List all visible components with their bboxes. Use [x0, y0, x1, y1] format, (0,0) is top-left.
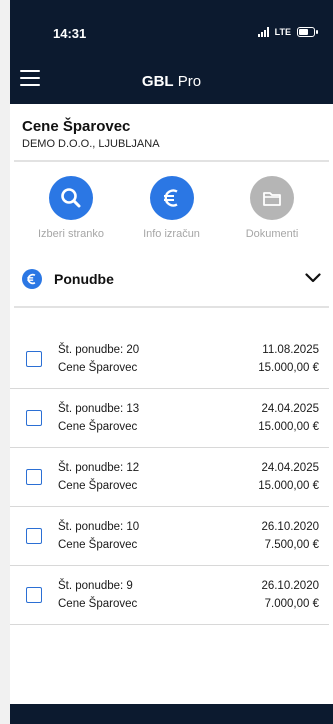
offer-amount: 15.000,00 € [258, 480, 319, 492]
status-icons: LTE [257, 27, 318, 37]
offer-number: Št. ponudbe: 20 [58, 344, 140, 356]
status-time: 14:31 [53, 26, 87, 41]
offer-row[interactable]: Št. ponudbe: 9 Cene Šparovec 26.10.2020 … [10, 566, 329, 625]
offer-amount: 15.000,00 € [258, 421, 319, 433]
offer-row[interactable]: Št. ponudbe: 12 Cene Šparovec 24.04.2025… [10, 448, 329, 507]
section-title: Ponudbe [54, 271, 114, 287]
offer-amount: 15.000,00 € [258, 362, 319, 374]
select-client-label: Izberi stranko [37, 228, 105, 240]
offer-checkbox[interactable] [26, 587, 42, 603]
client-info: Cene Šparovec DEMO D.O.O., LJUBLJANA [10, 104, 333, 150]
offer-date: 26.10.2020 [261, 521, 319, 533]
offer-checkbox[interactable] [26, 528, 42, 544]
documents-button[interactable]: Dokumenti [227, 176, 317, 240]
offer-row[interactable]: Št. ponudbe: 10 Cene Šparovec 26.10.2020… [10, 507, 329, 566]
offer-row[interactable]: Št. ponudbe: 20 Cene Šparovec 11.08.2025… [10, 330, 329, 389]
offers-list: Št. ponudbe: 20 Cene Šparovec 11.08.2025… [10, 308, 333, 625]
offer-client: Cene Šparovec [58, 421, 138, 433]
app-frame: 14:31 LTE GBL Pro Cene Šparovec DEMO D.O… [10, 0, 333, 724]
offer-client: Cene Šparovec [58, 362, 138, 374]
offer-number: Št. ponudbe: 13 [58, 403, 140, 415]
offer-number: Št. ponudbe: 12 [58, 462, 140, 474]
offer-client: Cene Šparovec [58, 539, 138, 551]
offer-number: Št. ponudbe: 10 [58, 521, 140, 533]
offer-date: 26.10.2020 [261, 580, 319, 592]
offer-checkbox[interactable] [26, 351, 42, 367]
offer-checkbox[interactable] [26, 469, 42, 485]
search-icon [49, 176, 93, 220]
bottom-bar [10, 704, 333, 724]
info-calc-label: Info izračun [143, 228, 200, 240]
status-bar: 14:31 LTE [10, 0, 333, 58]
offer-amount: 7.500,00 € [264, 539, 319, 551]
offer-client: Cene Šparovec [58, 598, 138, 610]
battery-icon [297, 27, 318, 37]
offer-client: Cene Šparovec [58, 480, 138, 492]
client-name: Cene Šparovec [22, 118, 131, 135]
offer-row[interactable]: Št. ponudbe: 13 Cene Šparovec 24.04.2025… [10, 389, 329, 448]
offer-amount: 7.000,00 € [264, 598, 319, 610]
action-row: Izberi stranko Info izračun Dokumenti [10, 162, 333, 240]
offer-date: 11.08.2025 [262, 344, 319, 356]
offer-number: Št. ponudbe: 9 [58, 580, 133, 592]
offer-date: 24.04.2025 [261, 462, 319, 474]
offers-section-toggle[interactable]: Ponudbe [10, 266, 333, 292]
select-client-button[interactable]: Izberi stranko [26, 176, 116, 240]
network-label: LTE [274, 27, 291, 37]
offer-date: 24.04.2025 [261, 403, 319, 415]
chevron-down-icon[interactable] [305, 270, 321, 288]
app-bar: GBL Pro [10, 58, 333, 104]
euro-icon [149, 176, 194, 220]
app-title: GBL Pro [10, 73, 333, 90]
documents-label: Dokumenti [245, 228, 299, 240]
app-title-rest: Pro [173, 73, 202, 90]
folder-icon [250, 176, 294, 220]
offer-checkbox[interactable] [26, 410, 42, 426]
euro-icon [22, 269, 42, 289]
client-company: DEMO D.O.O., LJUBLJANA [22, 138, 160, 150]
signal-icon [257, 27, 269, 37]
info-calc-button[interactable]: Info izračun [127, 176, 217, 240]
app-title-bold: GBL [141, 73, 174, 90]
